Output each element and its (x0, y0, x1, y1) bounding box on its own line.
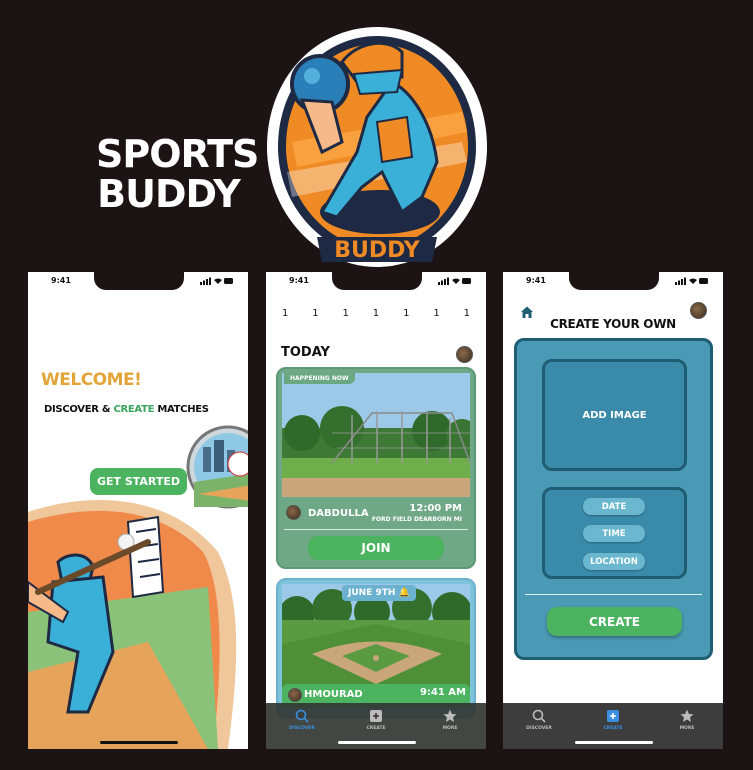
tab-bar: DISCOVER CREATE MORE (503, 703, 723, 749)
tab-label: CREATE (603, 726, 623, 731)
bell-icon[interactable]: 🔔 (399, 588, 410, 598)
event-card[interactable]: HAPPENING NOW DABDULLA 12:00 PM FORD FIE… (276, 367, 476, 569)
event-time: 9:41 AM (419, 687, 466, 698)
brand-title-line2: BUDDY (97, 172, 241, 216)
tab-more[interactable]: MORE (430, 709, 470, 731)
day-selector: 1 1 1 1 1 1 1 (266, 308, 486, 319)
tab-discover[interactable]: DISCOVER (282, 709, 322, 731)
create-form-panel: ADD IMAGE DATE TIME LOCATION CREATE (514, 338, 713, 660)
tab-create[interactable]: CREATE (593, 709, 633, 731)
plus-square-icon (370, 710, 382, 722)
create-button[interactable]: CREATE (547, 607, 682, 636)
star-icon (680, 709, 694, 722)
tab-label: DISCOVER (526, 726, 552, 731)
tab-discover[interactable]: DISCOVER (519, 709, 559, 731)
status-bar: 9:41 (503, 272, 723, 296)
tab-create[interactable]: CREATE (356, 709, 396, 731)
event-date-chip: JUNE 9TH 🔔 (342, 585, 416, 601)
event-host-row: DABDULLA 12:00 PM FORD FIELD DEARBORN MI (286, 503, 466, 525)
tab-more[interactable]: MORE (667, 709, 707, 731)
event-card[interactable]: JUNE 9TH 🔔 HMOURAD 9:41 AM (276, 578, 476, 718)
event-date: JUNE 9TH (348, 588, 396, 598)
status-bar: 9:41 (28, 272, 248, 296)
discover-screen: 9:41 1 1 1 1 1 1 1 TODAY HAPPENING NOW D… (266, 272, 486, 749)
home-indicator (100, 741, 178, 744)
day-item[interactable]: 1 (343, 308, 349, 319)
day-item[interactable]: 1 (433, 308, 439, 319)
search-icon (532, 709, 546, 723)
day-item[interactable]: 1 (312, 308, 318, 319)
day-item[interactable]: 1 (403, 308, 409, 319)
host-name: DABDULLA (308, 508, 369, 519)
join-button[interactable]: JOIN (308, 536, 444, 560)
welcome-screen: 9:41 WELCOME! DISCOVER & CREATE MATCHES … (28, 272, 248, 749)
tab-label: DISCOVER (289, 726, 315, 731)
notch (94, 272, 184, 290)
happening-now-badge: HAPPENING NOW (284, 373, 355, 384)
notch (569, 272, 659, 290)
event-location: FORD FIELD DEARBORN MI (371, 516, 462, 523)
logo-text: BUDDY (334, 238, 421, 263)
home-indicator (338, 741, 416, 744)
tab-bar: DISCOVER CREATE MORE (266, 703, 486, 749)
card-divider (284, 529, 468, 530)
status-time: 9:41 (526, 276, 546, 285)
search-icon (295, 709, 309, 723)
day-item[interactable]: 1 (464, 308, 470, 319)
host-name: HMOURAD (304, 689, 363, 700)
brand-title-line1: SPORTS (96, 132, 259, 176)
tab-label: CREATE (366, 726, 386, 731)
event-time: 12:00 PM (409, 503, 462, 514)
tab-label: MORE (442, 726, 458, 731)
date-field[interactable]: DATE (583, 498, 645, 515)
event-photo (282, 373, 470, 497)
add-image-button[interactable]: ADD IMAGE (542, 359, 687, 471)
baseball-illustration (28, 425, 248, 749)
plus-square-icon (607, 710, 619, 722)
status-icons (438, 277, 471, 285)
form-divider (525, 594, 702, 595)
star-icon (443, 709, 457, 722)
event-fields-box: DATE TIME LOCATION (542, 487, 687, 579)
day-item[interactable]: 1 (373, 308, 379, 319)
create-screen: 9:41 CREATE YOUR OWN ADD IMAGE DATE TIME… (503, 272, 723, 749)
brand-title: SPORTS BUDDY (96, 132, 259, 216)
home-indicator (575, 741, 653, 744)
notch (332, 272, 422, 290)
status-time: 9:41 (51, 276, 71, 285)
get-started-button[interactable]: GET STARTED (90, 468, 187, 495)
status-time: 9:41 (289, 276, 309, 285)
sports-buddy-logo: BUDDY (267, 27, 487, 267)
status-icons (200, 277, 233, 285)
status-bar: 9:41 (266, 272, 486, 296)
day-item[interactable]: 1 (282, 308, 288, 319)
welcome-heading: WELCOME! (41, 370, 142, 390)
profile-avatar[interactable] (456, 346, 473, 363)
host-avatar[interactable] (286, 505, 301, 520)
section-title: TODAY (281, 345, 330, 360)
host-avatar[interactable] (288, 688, 302, 702)
tab-label: MORE (679, 726, 695, 731)
location-field[interactable]: LOCATION (583, 553, 645, 570)
page-title: CREATE YOUR OWN (550, 317, 676, 331)
time-field[interactable]: TIME (583, 525, 645, 542)
status-icons (675, 277, 708, 285)
